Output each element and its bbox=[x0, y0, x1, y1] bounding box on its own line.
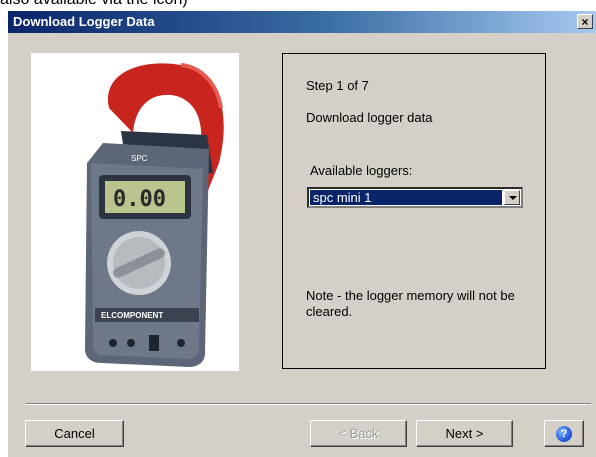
wizard-step-panel: Step 1 of 7 Download logger data Availab… bbox=[282, 53, 546, 369]
meter-badge: SPC bbox=[131, 154, 148, 163]
help-icon: ? bbox=[556, 426, 572, 442]
memory-note: Note - the logger memory will not be cle… bbox=[306, 288, 515, 319]
back-button[interactable]: < Back bbox=[310, 420, 407, 447]
help-button[interactable]: ? bbox=[544, 420, 584, 447]
clamp-meter-image: 0.00 SPC ELCOMPONENT bbox=[31, 53, 239, 371]
button-separator bbox=[26, 403, 591, 405]
clamp-meter-icon: 0.00 SPC ELCOMPONENT bbox=[85, 63, 224, 367]
clipped-instruction-text: also available via the icon) bbox=[0, 0, 340, 9]
close-button[interactable]: × bbox=[577, 14, 593, 29]
step-indicator: Step 1 of 7 bbox=[306, 78, 369, 93]
logger-select[interactable]: spc mini 1 bbox=[307, 187, 523, 208]
meter-brand: ELCOMPONENT bbox=[101, 311, 163, 320]
window-title: Download Logger Data bbox=[13, 14, 155, 29]
title-bar[interactable]: Download Logger Data × bbox=[8, 11, 596, 33]
meter-display-reading: 0.00 bbox=[113, 187, 166, 212]
cancel-button[interactable]: Cancel bbox=[25, 420, 124, 447]
available-loggers-label: Available loggers: bbox=[310, 163, 413, 178]
logger-select-value: spc mini 1 bbox=[310, 190, 502, 205]
next-button[interactable]: Next > bbox=[416, 420, 513, 447]
step-description: Download logger data bbox=[306, 110, 433, 125]
download-logger-dialog: Download Logger Data × 0.00 SPC ELCOMPON bbox=[8, 11, 596, 457]
dropdown-arrow-icon[interactable] bbox=[504, 190, 520, 205]
